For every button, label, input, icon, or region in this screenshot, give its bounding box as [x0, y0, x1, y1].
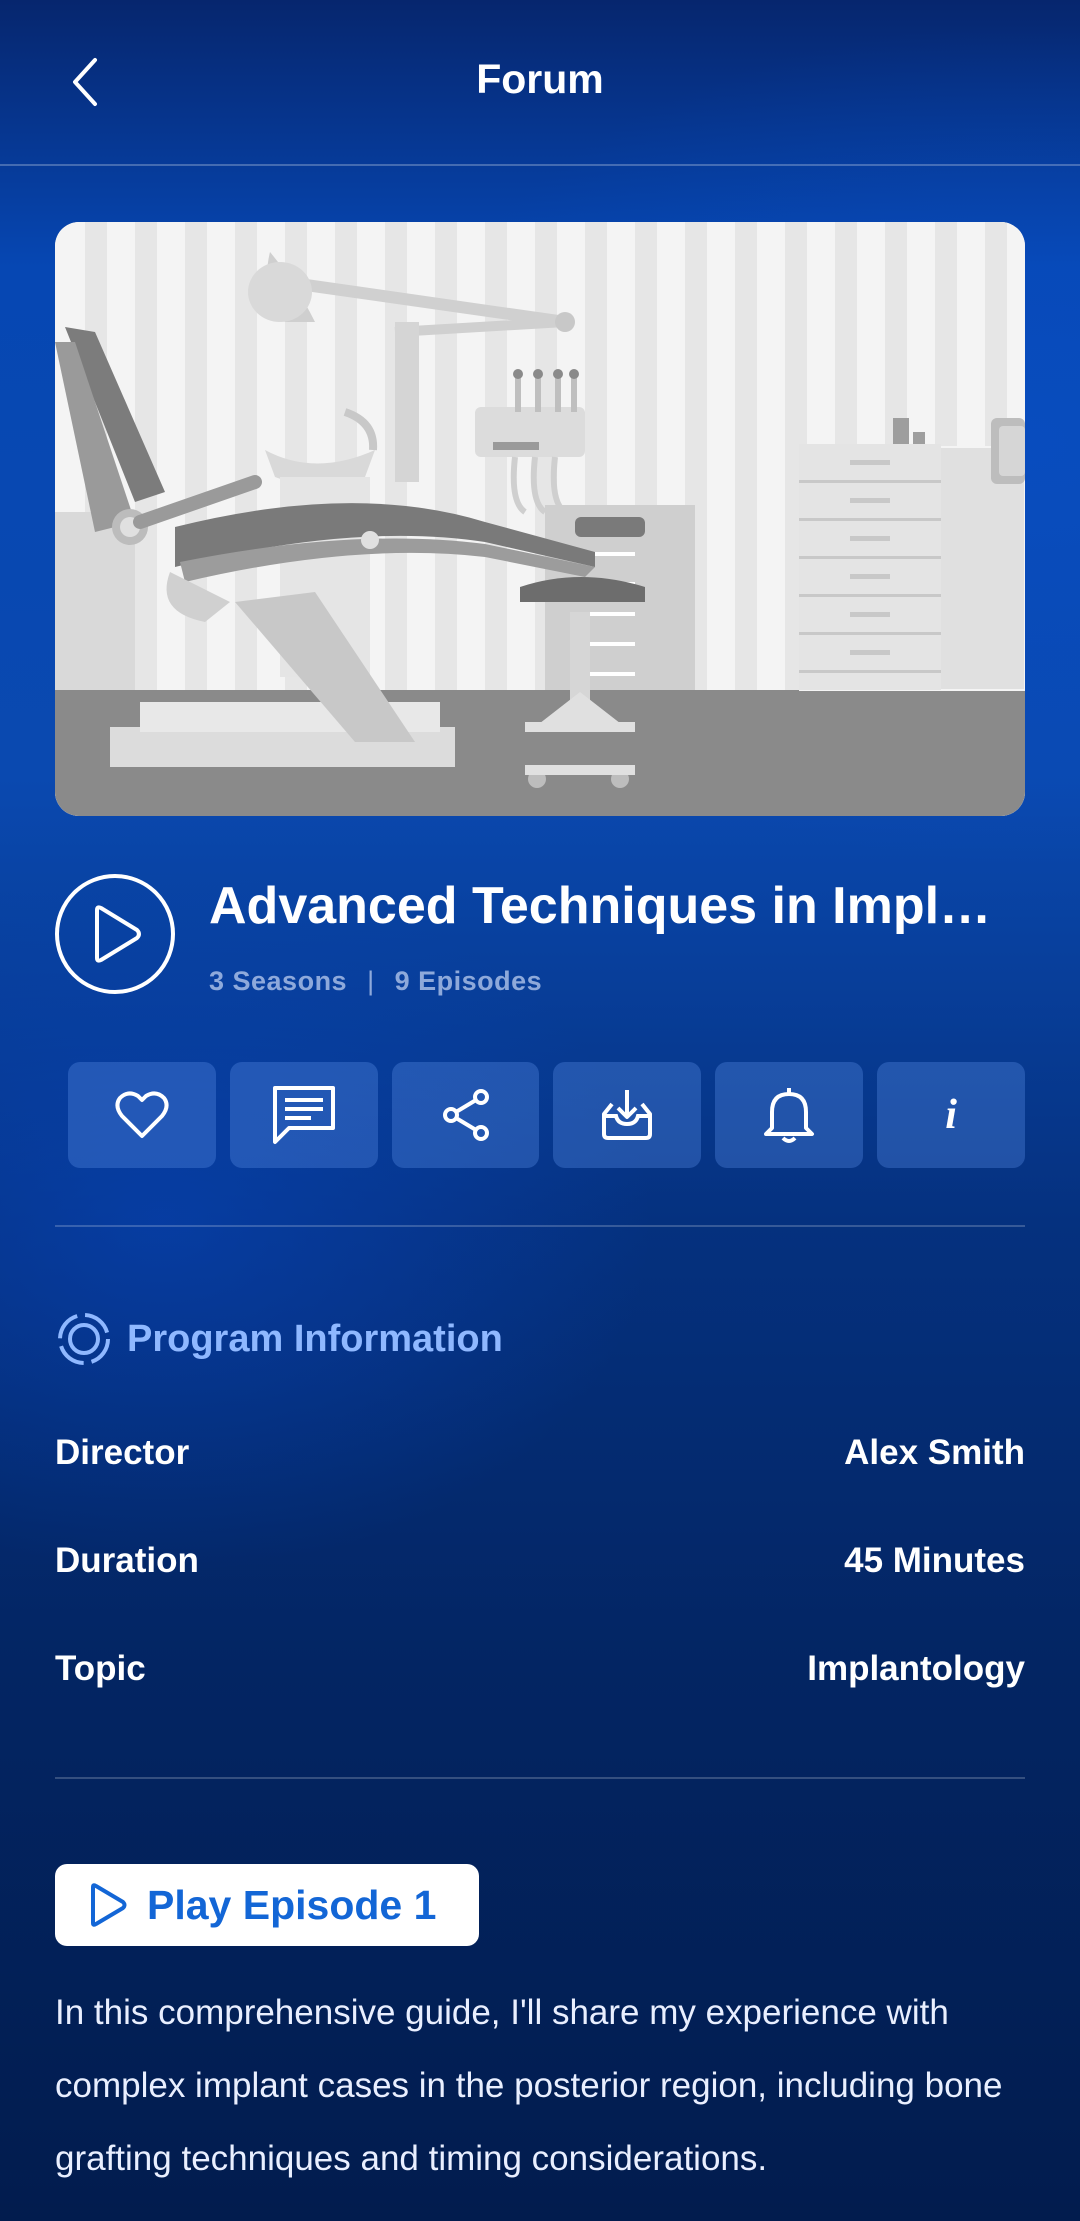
play-icon	[91, 1883, 127, 1927]
comment-icon	[272, 1086, 335, 1144]
episodes-count: 9 Episodes	[394, 966, 543, 996]
page-title: Forum	[476, 56, 604, 102]
notify-button[interactable]	[715, 1062, 864, 1168]
action-bar: i	[68, 1062, 1025, 1168]
seasons-count: 3 Seasons	[209, 966, 348, 996]
info-row-duration: Duration 45 Minutes	[55, 1541, 1025, 1581]
info-label: Director	[55, 1433, 190, 1472]
meta-separator: |	[367, 966, 375, 996]
share-icon	[442, 1089, 489, 1141]
play-episode-button[interactable]: Play Episode 1	[55, 1864, 479, 1946]
play-icon	[95, 905, 141, 963]
section-divider	[55, 1225, 1025, 1227]
info-button[interactable]: i	[877, 1062, 1025, 1168]
info-row-topic: Topic Implantology	[55, 1649, 1025, 1689]
info-value: Implantology	[807, 1649, 1025, 1688]
like-button[interactable]	[68, 1062, 216, 1168]
hero-image	[55, 222, 1025, 816]
program-description: In this comprehensive guide, I'll share …	[55, 1993, 1003, 2178]
section-title: Program Information	[127, 1317, 503, 1360]
info-icon: i	[945, 1092, 957, 1138]
bell-icon	[764, 1088, 815, 1143]
share-button[interactable]	[391, 1062, 540, 1168]
program-title: Advanced Techniques in Implantology	[209, 877, 1009, 935]
play-circle-button[interactable]	[55, 874, 175, 994]
program-info-heading: Program Information	[55, 1310, 503, 1368]
spinner-icon	[58, 1313, 110, 1365]
top-bar: Forum	[0, 0, 1080, 165]
comment-button[interactable]	[229, 1062, 378, 1168]
info-label: Duration	[55, 1541, 199, 1580]
download-icon	[602, 1090, 653, 1140]
info-value: 45 Minutes	[844, 1541, 1025, 1580]
play-episode-label: Play Episode 1	[147, 1881, 437, 1928]
program-meta: 3 Seasons | 9 Episodes	[209, 966, 542, 997]
info-value: Alex Smith	[844, 1433, 1025, 1472]
info-row-director: Director Alex Smith	[55, 1433, 1025, 1473]
heart-icon	[115, 1091, 169, 1138]
download-button[interactable]	[553, 1062, 702, 1168]
dental-clinic-illustration	[55, 222, 1025, 816]
header-divider	[0, 164, 1080, 166]
info-label: Topic	[55, 1649, 146, 1688]
section-divider	[55, 1777, 1025, 1779]
